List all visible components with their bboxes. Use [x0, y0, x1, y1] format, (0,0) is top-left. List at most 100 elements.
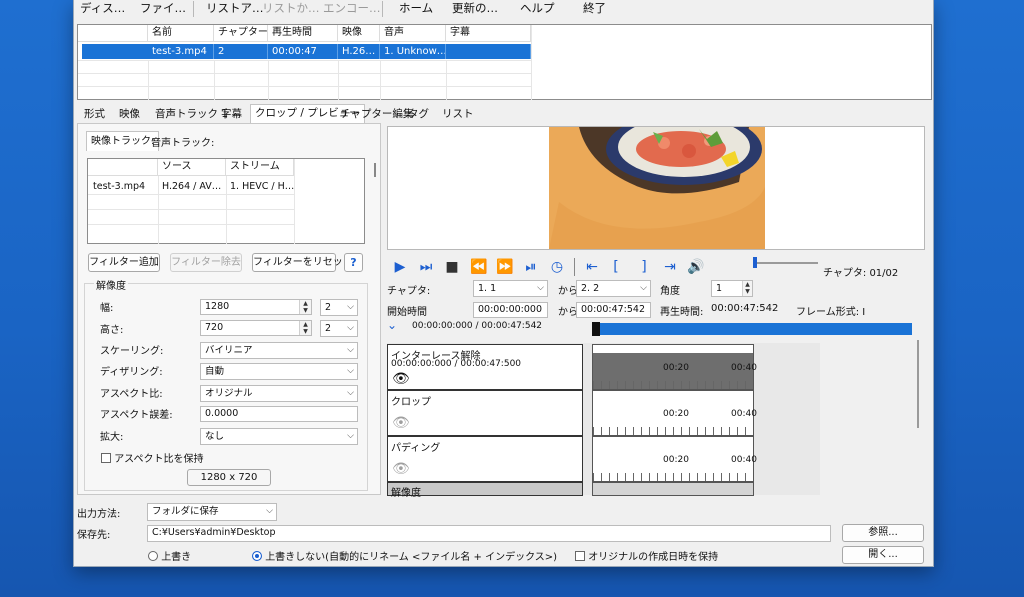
filter-item[interactable]: インターレース解除 00:00:00:000 / 00:00:47:500 👁	[387, 344, 583, 390]
overwrite-radio[interactable]: 上書き	[148, 548, 191, 563]
next-frame-icon[interactable]: ⏯	[521, 257, 541, 277]
chevron-down-icon[interactable]: ⌄	[387, 318, 397, 332]
timeline-track[interactable]: 00:20 00:40	[592, 390, 757, 436]
radio-button[interactable]	[148, 551, 158, 561]
add-filter-button[interactable]: フィルター追加	[88, 253, 160, 272]
angle-select[interactable]: 1 ▲ ▼	[711, 280, 753, 297]
height-spinner[interactable]: ▲ ▼	[299, 321, 311, 335]
position-text: 00:00:00:000 / 00:00:47:542	[412, 321, 543, 331]
chapter-from-select[interactable]: 1. 1 ⌵	[473, 280, 548, 297]
subtab-audio-track[interactable]: 音声トラック:	[151, 134, 214, 149]
subtab-video-track[interactable]: 映像トラック:	[86, 131, 160, 151]
dither-select[interactable]: 自動 ⌵	[200, 363, 358, 380]
eye-icon[interactable]: 👁	[392, 371, 410, 387]
menu-list[interactable]: リストア…	[206, 0, 264, 18]
file-list[interactable]: 名前 チャプター 再生時間 映像 音声 字幕 test-3.mp4 2 00:0…	[77, 24, 932, 100]
eye-icon[interactable]: 👁	[392, 415, 410, 431]
filter-item[interactable]: パディング 👁	[387, 436, 583, 482]
filter-item[interactable]: 解像度	[387, 482, 583, 499]
tab-subtitles[interactable]: 字幕	[217, 106, 246, 124]
mark-in-icon[interactable]: [	[606, 257, 626, 277]
no-overwrite-radio[interactable]: 上書きしない(自動的にリネーム <ファイル名 + インデックス>)	[252, 548, 557, 563]
menu-update[interactable]: 更新の…	[452, 0, 498, 18]
menu-exit[interactable]: 終了	[583, 0, 606, 18]
width-input[interactable]: 1280 ▲ ▼	[200, 299, 312, 315]
chapter-to-select[interactable]: 2. 2 ⌵	[576, 280, 651, 297]
end-time-input[interactable]: 00:00:47:542	[576, 302, 651, 318]
grid-line	[338, 60, 339, 100]
height-step-select[interactable]: 2 ⌵	[320, 320, 358, 337]
destination-input[interactable]: C:¥Users¥admin¥Desktop	[147, 525, 831, 542]
aspect-select[interactable]: オリジナル ⌵	[200, 385, 358, 402]
help-button[interactable]: ?	[344, 253, 363, 272]
scaling-select[interactable]: バイリニア ⌵	[200, 342, 358, 359]
seek-bar-thumb[interactable]	[592, 322, 600, 336]
menu-display[interactable]: ディス…	[80, 0, 125, 18]
browse-button[interactable]: 参照...	[842, 524, 924, 542]
fast-forward-icon[interactable]: ⏩	[495, 257, 515, 277]
enlarge-select[interactable]: なし ⌵	[200, 428, 358, 445]
height-input[interactable]: 720 ▲ ▼	[200, 320, 312, 336]
width-step-select[interactable]: 2 ⌵	[320, 299, 358, 316]
play-icon[interactable]: ▶	[390, 257, 410, 277]
angle-label: 角度	[660, 286, 680, 297]
dither-value: 自動	[205, 366, 225, 377]
scrollbar-thumb[interactable]	[917, 340, 919, 428]
angle-spinner[interactable]: ▲ ▼	[742, 281, 752, 296]
volume-slider-thumb[interactable]	[753, 257, 757, 268]
track-table[interactable]: ソース ストリーム test-3.mp4 H.264 / AV… 1. HEVC…	[87, 158, 365, 244]
reset-filter-button[interactable]: フィルターをリセット	[252, 253, 353, 272]
column-header-video[interactable]: 映像	[338, 25, 380, 42]
timeline-label: 00:20	[663, 363, 689, 373]
filter-name: クロップ	[391, 397, 431, 408]
column-header-name[interactable]: 名前	[148, 25, 214, 42]
scaling-value: バイリニア	[205, 345, 253, 356]
mark-in-start-icon[interactable]: ⇤	[582, 257, 602, 277]
open-button[interactable]: 開く...	[842, 546, 924, 564]
tab-tags[interactable]: タグ	[404, 106, 433, 124]
mark-out-icon[interactable]: ]	[634, 257, 654, 277]
column-header-chapters[interactable]: チャプター	[214, 25, 268, 42]
column-header-stream[interactable]: ストリーム	[226, 159, 294, 176]
column-header-blank	[88, 159, 158, 176]
seek-bar[interactable]	[592, 323, 912, 335]
column-header-duration[interactable]: 再生時間	[268, 25, 338, 42]
timeline-track[interactable]: 00:20 00:40	[592, 344, 757, 390]
checkbox-box[interactable]	[101, 453, 111, 463]
filter-item[interactable]: クロップ 👁	[387, 390, 583, 436]
rewind-icon[interactable]: ⏪	[469, 257, 489, 277]
keep-date-checkbox[interactable]: オリジナルの作成日時を保持	[575, 548, 718, 563]
tab-format[interactable]: 形式	[80, 106, 109, 124]
column-header-source[interactable]: ソース	[158, 159, 226, 176]
timeline-ticks	[593, 473, 753, 481]
checkbox-box[interactable]	[575, 551, 585, 561]
menu-home[interactable]: ホーム	[399, 0, 433, 18]
width-spinner[interactable]: ▲ ▼	[299, 300, 311, 314]
chapter-counter: チャプタ: 01/02	[823, 268, 899, 279]
volume-icon[interactable]: 🔊	[686, 257, 706, 277]
column-header-subtitles[interactable]: 字幕	[446, 25, 531, 42]
menu-help[interactable]: ヘルプ	[520, 0, 555, 18]
keep-aspect-checkbox[interactable]: アスペクト比を保持	[101, 450, 204, 465]
mark-out-end-icon[interactable]: ⇥	[660, 257, 680, 277]
tab-video[interactable]: 映像	[115, 106, 144, 124]
radio-button-selected[interactable]	[252, 551, 262, 561]
output-method-select[interactable]: フォルダに保存 ⌵	[147, 503, 277, 521]
volume-slider-track[interactable]	[754, 262, 818, 264]
step-forward-icon[interactable]: ⏭	[416, 257, 436, 277]
width-value: 1280	[205, 301, 230, 312]
clock-icon[interactable]: ◷	[547, 257, 567, 277]
start-time-input[interactable]: 00:00:00:000	[473, 302, 548, 318]
column-header-audio[interactable]: 音声	[380, 25, 446, 42]
menu-file[interactable]: ファイ…	[140, 0, 186, 18]
keep-aspect-label: アスペクト比を保持	[114, 454, 204, 465]
chevron-down-icon: ⌵	[347, 388, 354, 398]
stop-icon[interactable]: ■	[442, 257, 462, 277]
timeline-track[interactable]	[592, 482, 754, 496]
grid-line	[294, 159, 295, 244]
timeline-track[interactable]: 00:20 00:40	[592, 436, 757, 482]
aspect-error-input[interactable]: 0.0000	[200, 406, 358, 422]
eye-icon[interactable]: 👁	[392, 461, 410, 477]
scrollbar-thumb[interactable]	[374, 163, 376, 177]
tab-list[interactable]: リスト	[438, 106, 478, 124]
